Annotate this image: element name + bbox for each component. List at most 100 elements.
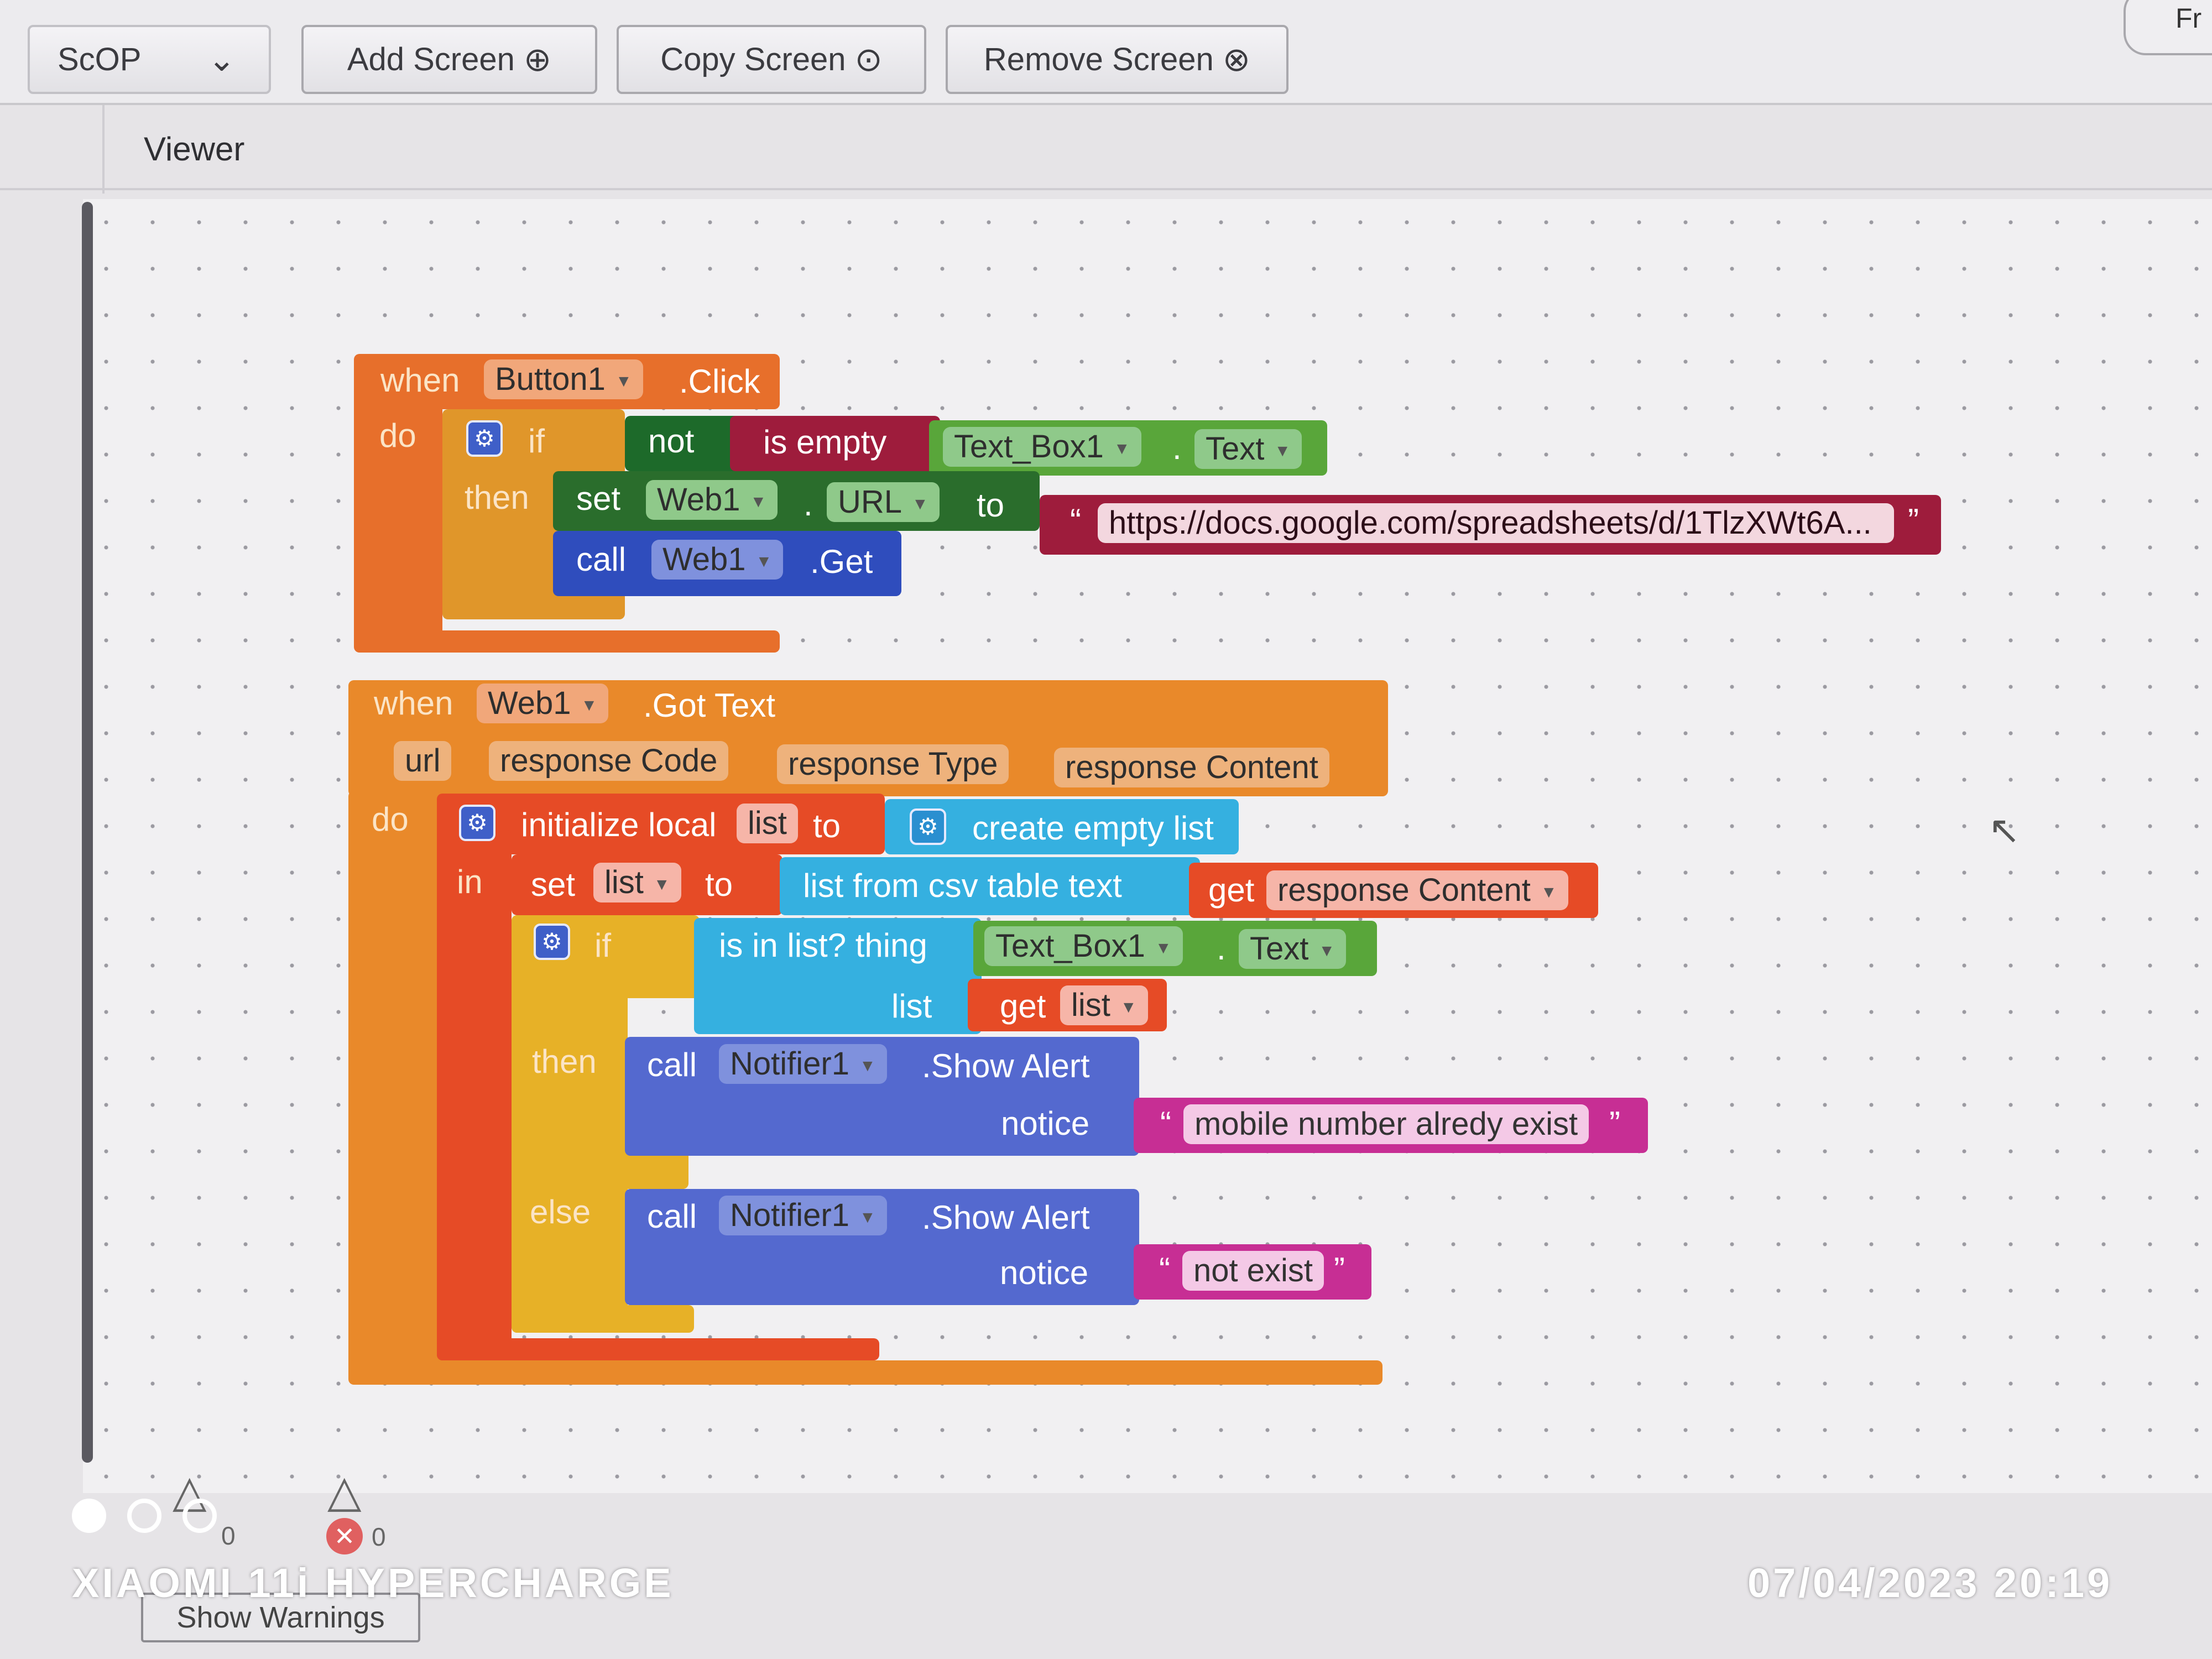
remove-screen-label: Remove Screen [983,41,1214,77]
mutator-gear-icon[interactable]: ⚙ [534,924,570,960]
dropdown-arrow-icon: ▼ [1274,441,1291,460]
remove-screen-button[interactable]: Remove Screen ⊗ [946,25,1288,94]
method-name: .Show Alert [922,1047,1090,1084]
list-socket-label: list [891,988,932,1025]
when-label: when [374,685,453,722]
dropdown-arrow-icon: ▼ [859,1056,876,1075]
datetime-watermark: 07/04/2023 20:19 [1747,1560,2113,1606]
method-name: .Get [810,543,873,580]
component-dropdown-web1[interactable]: Web1 ▼ [651,540,784,580]
param-response-content[interactable]: response Content [1054,748,1329,787]
component-dropdown-web1[interactable]: Web1 ▼ [646,480,778,520]
local-var-name-field[interactable]: list [737,804,798,843]
property-name: Text [1206,431,1265,467]
error-icon: ✕ [326,1518,363,1554]
variable-dropdown-response-content[interactable]: response Content ▼ [1266,870,1568,910]
add-screen-button[interactable]: Add Screen ⊕ [301,25,597,94]
param-url[interactable]: url [394,741,452,781]
indicator-dot [72,1499,106,1533]
indicator-dot [182,1499,217,1533]
warning-count: 0 [221,1521,236,1550]
get-label: get [1208,872,1255,909]
property-dropdown-text[interactable]: Text ▼ [1239,929,1347,969]
chevron-down-icon: ⌄ [207,40,236,78]
set-web1-url-block[interactable] [553,471,1040,531]
param-response-type[interactable]: response Type [777,744,1009,784]
mutator-gear-icon[interactable]: ⚙ [466,420,503,457]
event-footer [354,630,780,653]
copy-screen-button[interactable]: Copy Screen ⊙ [617,25,926,94]
text-field-not-exists[interactable]: not exist [1182,1251,1324,1291]
workspace-scrollbar[interactable] [82,202,93,1463]
component-name: Button1 [495,361,606,397]
dropdown-arrow-icon: ▼ [615,372,632,390]
call-label: call [647,1198,697,1235]
screen-select-dropdown[interactable]: ScOP ⌄ [28,25,271,94]
property-dropdown-url[interactable]: URL ▼ [827,482,940,522]
component-dropdown-web1[interactable]: Web1 ▼ [477,684,609,723]
then-label: then [532,1043,597,1080]
add-screen-label: Add Screen [347,41,515,77]
quote-open: “ [1159,1251,1170,1288]
dropdown-arrow-icon: ▼ [1318,941,1335,960]
to-label: to [977,487,1005,524]
is-empty-label: is empty [763,424,887,461]
variable-name: list [1071,987,1110,1023]
quote-close: ” [1334,1251,1345,1288]
corner-button[interactable]: Fr [2124,0,2212,55]
to-label: to [705,866,733,903]
if-else-footer [512,1305,694,1333]
component-dropdown-button1[interactable]: Button1 ▼ [484,359,643,399]
property-name: Text [1250,931,1309,967]
component-dropdown-notifier1[interactable]: Notifier1 ▼ [719,1196,887,1235]
list-from-csv-label: list from csv table text [803,867,1122,904]
variable-dropdown-list[interactable]: list ▼ [1060,985,1148,1025]
call-label: call [576,541,627,578]
is-in-list-label: is in list? thing [719,927,927,964]
get-label: get [1000,988,1046,1025]
mouse-cursor-icon: ↖ [1988,808,2021,852]
dropdown-arrow-icon: ▼ [750,492,767,511]
copy-screen-label: Copy Screen [660,41,846,77]
component-name: Web1 [657,482,740,518]
to-label: to [813,807,841,844]
if-label: if [594,927,611,964]
quote-open: “ [1160,1105,1171,1142]
else-label: else [530,1193,591,1230]
set-label: set [531,866,576,903]
property-dropdown-text[interactable]: Text ▼ [1194,429,1302,469]
component-name: Notifier1 [730,1197,849,1233]
event-footer [348,1360,1383,1385]
variable-dropdown-list[interactable]: list ▼ [593,863,681,902]
notice-label: notice [1001,1105,1090,1142]
indicator-dot [127,1499,161,1533]
mutator-gear-icon[interactable]: ⚙ [910,808,946,845]
quote-close: ” [1908,502,1919,539]
param-response-code[interactable]: response Code [489,741,729,781]
text-field-exists[interactable]: mobile number alredy exist [1183,1104,1589,1144]
do-label: do [372,801,409,838]
in-label: in [457,863,483,900]
screen-select-label: ScOP [58,41,142,77]
dropdown-arrow-icon: ▼ [755,552,773,571]
dropdown-arrow-icon: ▼ [1540,883,1557,901]
variable-name: list [604,864,644,900]
component-name: Text_Box1 [995,928,1145,964]
component-dropdown-textbox1[interactable]: Text_Box1 ▼ [943,427,1141,467]
error-toggle-icon[interactable]: △ [327,1465,362,1517]
when-label: when [380,362,460,399]
left-pane-divider [102,105,105,194]
remove-circle-icon: ⊗ [1222,40,1251,78]
component-name: Web1 [488,685,571,721]
call-label: call [647,1046,697,1083]
component-dropdown-textbox1[interactable]: Text_Box1 ▼ [984,926,1183,966]
quote-close: ” [1609,1105,1620,1142]
set-label: set [576,480,621,517]
initialize-local-label: initialize local [521,806,717,843]
url-text-field[interactable]: https://docs.google.com/spreadsheets/d/1… [1098,503,1894,543]
component-dropdown-notifier1[interactable]: Notifier1 ▼ [719,1044,887,1084]
event-name: .Got Text [643,687,776,724]
mutator-gear-icon[interactable]: ⚙ [459,805,495,841]
plus-circle-icon: ⊕ [523,40,552,78]
if-else-body-left [512,915,628,1333]
